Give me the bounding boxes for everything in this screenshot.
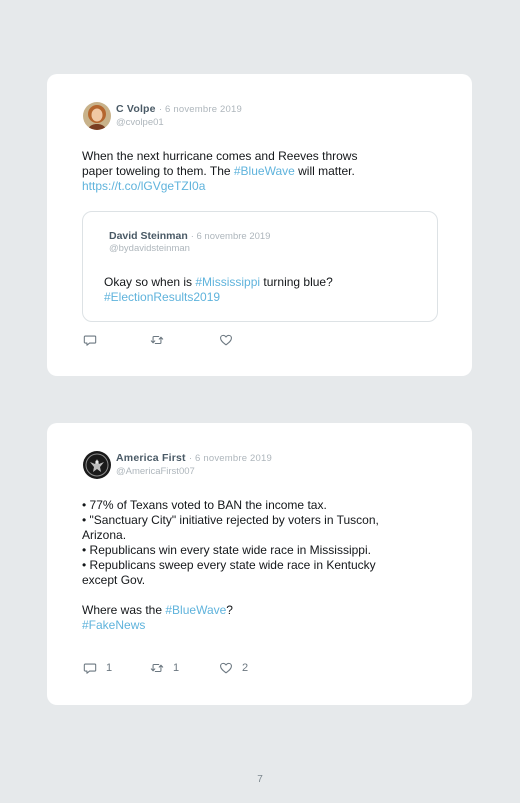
like-button[interactable] <box>219 332 242 348</box>
like-count: 2 <box>242 662 249 674</box>
heart-icon <box>220 662 232 674</box>
hashtag-link[interactable]: #BlueWave <box>165 603 226 617</box>
tweet-card[interactable]: C Volpe · 6 novembre 2019 @cvolpe01 When… <box>47 74 472 376</box>
quoted-tweet-text: Okay so when is #Mississippi turning blu… <box>104 275 424 305</box>
tweet-text: • 77% of Texans voted to BAN the income … <box>82 498 422 633</box>
retweet-icon <box>150 663 164 673</box>
text-line: Arizona. <box>82 528 422 543</box>
url-link[interactable]: https://t.co/lGVgeTZI0a <box>82 179 205 193</box>
avatar[interactable] <box>83 451 111 479</box>
text-span: • "Sanctuary City" initiative rejected b… <box>82 513 379 527</box>
text-line: #FakeNews <box>82 618 422 633</box>
hashtag-link[interactable]: #ElectionResults2019 <box>104 290 220 304</box>
text-line: • Republicans sweep every state wide rac… <box>82 558 422 573</box>
like-button[interactable]: 2 <box>219 660 248 676</box>
text-line: • Republicans win every state wide race … <box>82 543 422 558</box>
author-name[interactable]: C Volpe <box>116 103 156 115</box>
text-span: Where was the <box>82 603 166 617</box>
avatar[interactable] <box>83 102 111 130</box>
text-span: • 77% of Texans voted to BAN the income … <box>82 498 327 512</box>
retweet-button[interactable] <box>150 332 173 348</box>
reply-icon <box>83 335 97 346</box>
reply-button[interactable] <box>83 332 106 348</box>
reply-button[interactable]: 1 <box>83 660 112 676</box>
quoted-author-name[interactable]: David Steinman <box>109 230 188 242</box>
text-span: paper toweling to them. The <box>82 164 234 178</box>
text-line: • 77% of Texans voted to BAN the income … <box>82 498 422 513</box>
tweet-actions <box>83 332 383 348</box>
text-line: When the next hurricane comes and Reeves… <box>82 149 412 164</box>
page-number: 7 <box>257 774 263 785</box>
blank-line <box>82 588 422 603</box>
text-span: When the next hurricane comes and Reeves… <box>82 149 358 163</box>
text-line: #ElectionResults2019 <box>104 290 424 305</box>
quoted-author-line: David Steinman · 6 novembre 2019 <box>109 230 270 242</box>
hashtag-link[interactable]: #FakeNews <box>82 618 145 632</box>
retweet-icon <box>150 335 164 345</box>
text-span <box>82 588 85 602</box>
text-span: Arizona. <box>82 528 127 542</box>
text-span: will matter. <box>294 164 355 178</box>
hashtag-link[interactable]: #BlueWave <box>234 164 295 178</box>
text-span: turning blue? <box>260 275 333 289</box>
tweet-actions: 1 1 2 <box>83 660 383 676</box>
text-line: except Gov. <box>82 573 422 588</box>
quoted-tweet[interactable]: David Steinman · 6 novembre 2019 @bydavi… <box>82 211 438 322</box>
heart-icon <box>220 334 232 346</box>
eagle-logo-icon <box>83 451 111 479</box>
text-span: ? <box>226 603 233 617</box>
author-name[interactable]: America First <box>116 452 186 464</box>
tweet-date[interactable]: · 6 novembre 2019 <box>189 453 272 464</box>
text-line: • "Sanctuary City" initiative rejected b… <box>82 513 422 528</box>
tweet-date[interactable]: · 6 novembre 2019 <box>159 104 242 115</box>
author-line: America First · 6 novembre 2019 <box>116 452 272 464</box>
reply-icon <box>83 663 97 674</box>
text-line: Okay so when is #Mississippi turning blu… <box>104 275 424 290</box>
profile-photo-icon <box>83 102 111 130</box>
text-span: except Gov. <box>82 573 146 587</box>
text-span: • Republicans sweep every state wide rac… <box>82 558 376 572</box>
tweet-card[interactable]: America First · 6 novembre 2019 @America… <box>47 423 472 705</box>
text-line: paper toweling to them. The #BlueWave wi… <box>82 164 412 179</box>
reply-count: 1 <box>106 662 113 674</box>
retweet-button[interactable]: 1 <box>150 660 179 676</box>
text-span: Okay so when is <box>104 275 196 289</box>
author-handle[interactable]: @AmericaFirst007 <box>116 466 195 477</box>
text-line: Where was the #BlueWave? <box>82 603 422 618</box>
quoted-tweet-date[interactable]: · 6 novembre 2019 <box>191 231 271 242</box>
text-span: • Republicans win every state wide race … <box>82 543 371 557</box>
quoted-author-handle[interactable]: @bydavidsteinman <box>109 243 190 254</box>
retweet-count: 1 <box>173 662 180 674</box>
author-line: C Volpe · 6 novembre 2019 <box>116 103 242 115</box>
text-line: https://t.co/lGVgeTZI0a <box>82 179 412 194</box>
tweet-text: When the next hurricane comes and Reeves… <box>82 149 412 194</box>
author-handle[interactable]: @cvolpe01 <box>116 117 164 128</box>
hashtag-link[interactable]: #Mississippi <box>195 275 260 289</box>
